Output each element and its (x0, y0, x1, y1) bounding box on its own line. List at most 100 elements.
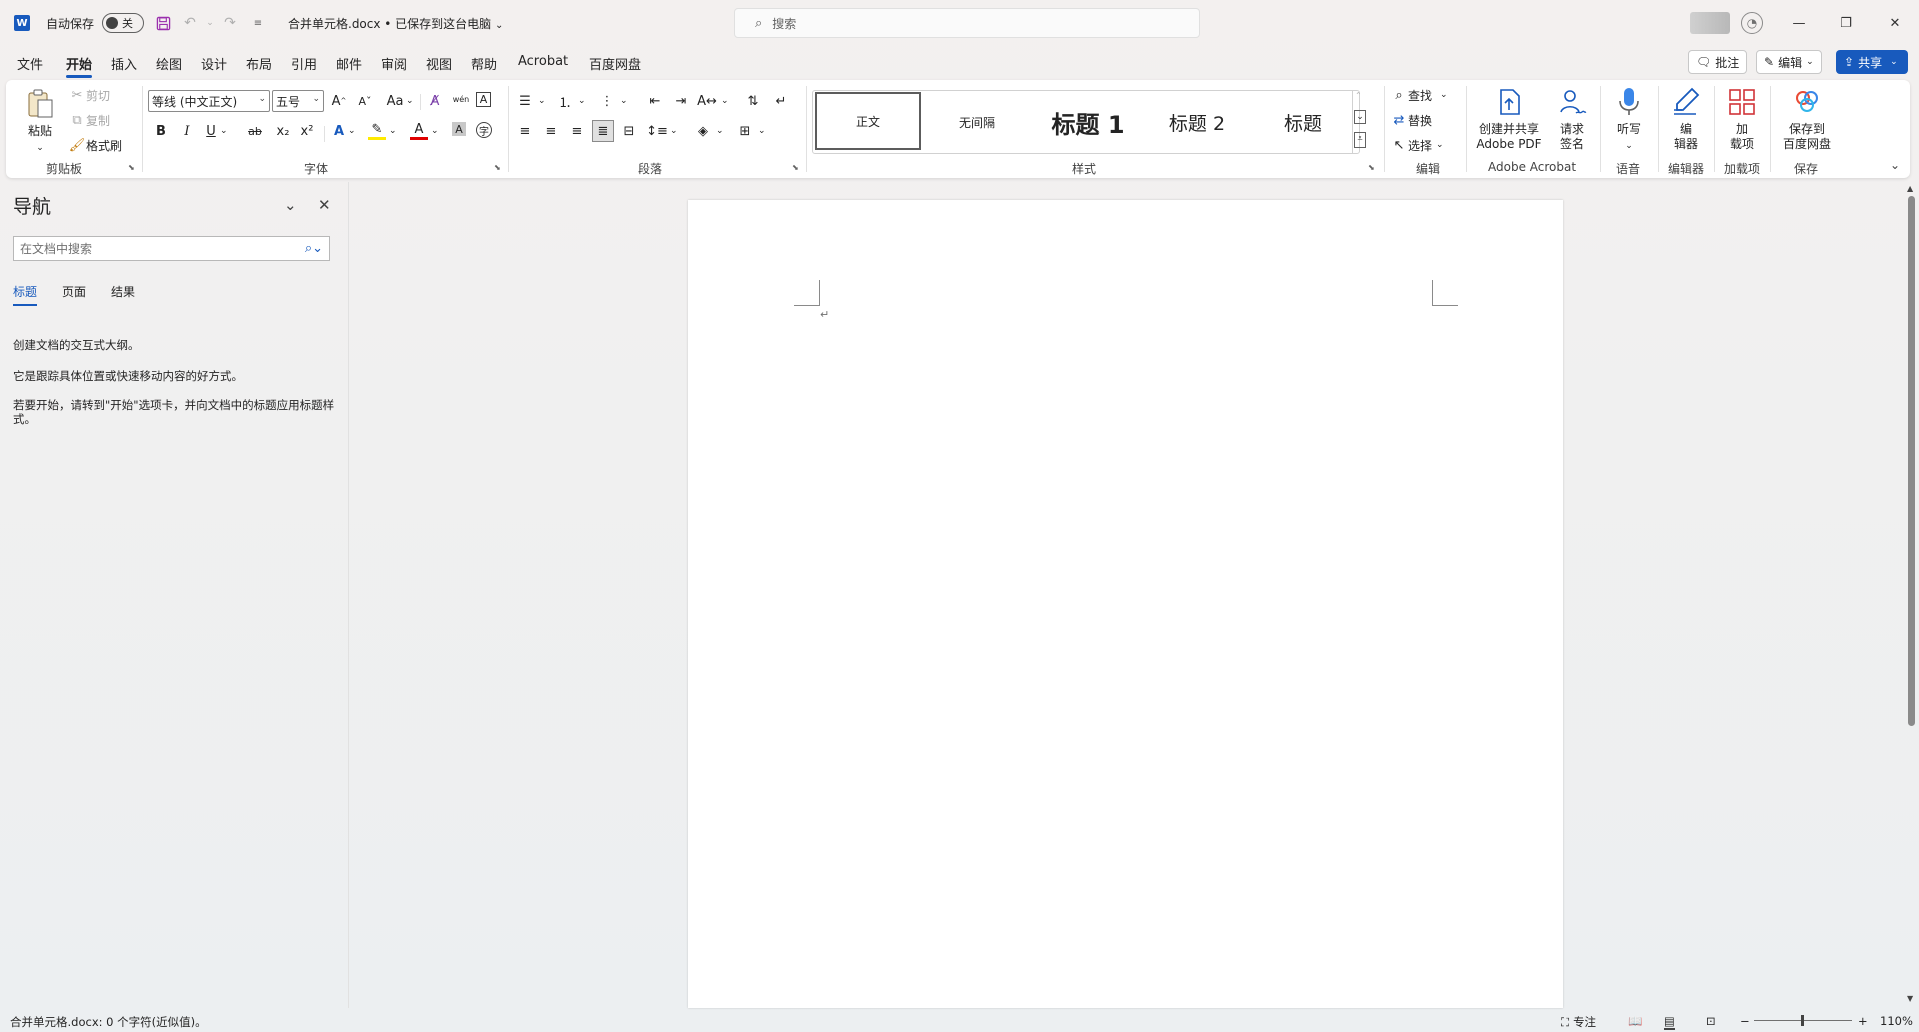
nav-tab-results[interactable]: 结果 (111, 283, 135, 300)
tab-review[interactable]: 审阅 (381, 54, 407, 73)
tab-insert[interactable]: 插入 (111, 54, 137, 73)
clear-formatting-button[interactable]: A̸ (426, 92, 444, 110)
web-layout-icon[interactable]: ⊡ (1706, 1014, 1716, 1028)
create-share-pdf-button[interactable]: 创建并共享 Adobe PDF (1474, 86, 1544, 152)
enclose-characters-button[interactable]: 字 (476, 122, 492, 138)
font-size-select[interactable]: 五号 ⌄ (272, 90, 324, 112)
undo-icon[interactable]: ↶ (180, 13, 200, 33)
save-to-baidu-button[interactable]: 保存到 百度网盘 (1778, 86, 1836, 152)
dialog-launcher-icon[interactable]: ⬊ (792, 163, 799, 172)
paste-button[interactable]: 粘贴 ⌄ (22, 88, 58, 156)
highlight-button[interactable]: ✎ ⌄ (368, 122, 397, 140)
justify-button[interactable]: ≣ (592, 120, 614, 142)
word-count-status[interactable]: 合并单元格.docx: 0 个字符(近似值)。 (10, 1014, 207, 1030)
italic-button[interactable]: I (178, 122, 196, 140)
style-title[interactable]: 标题 (1251, 91, 1355, 153)
tab-help[interactable]: 帮助 (471, 54, 497, 73)
sort-button[interactable]: ⇅ (744, 92, 762, 110)
tab-mailings[interactable]: 邮件 (336, 54, 362, 73)
character-border-button[interactable]: A (476, 92, 491, 107)
editor-button[interactable]: 编辑器 (1664, 86, 1708, 152)
format-painter-button[interactable]: 🖌 格式刷 (68, 136, 122, 154)
cut-button[interactable]: ✂ 剪切 (68, 86, 110, 104)
replace-button[interactable]: ⇄ 替换 (1390, 111, 1432, 129)
dialog-launcher-icon[interactable]: ⬊ (1368, 163, 1375, 172)
change-case-button[interactable]: Aa ⌄ (384, 92, 414, 110)
numbering-button[interactable]: ⒈ ⌄ (556, 92, 585, 111)
line-spacing-button[interactable]: ↕≡ ⌄ (646, 122, 677, 140)
zoom-level[interactable]: 110% (1880, 1014, 1913, 1028)
comments-button[interactable]: 🗨 批注 (1688, 50, 1748, 74)
decrease-indent-button[interactable]: ⇤ (646, 92, 664, 110)
nav-tab-pages[interactable]: 页面 (62, 283, 86, 300)
user-icon[interactable]: ◔ (1741, 12, 1763, 34)
chevron-down-icon[interactable]: ⌄ (284, 196, 297, 214)
dictate-button[interactable]: 听写 ⌄ (1608, 86, 1650, 154)
text-effects-button[interactable]: A ⌄ (330, 122, 356, 140)
tab-layout[interactable]: 布局 (246, 54, 272, 73)
font-color-button[interactable]: A ⌄ (410, 122, 439, 140)
select-button[interactable]: ↖ 选择 ⌄ (1390, 136, 1444, 154)
share-button[interactable]: ⇪ 共享 ⌄ (1836, 50, 1908, 74)
underline-button[interactable]: U ⌄ (202, 122, 227, 140)
tab-draw[interactable]: 绘图 (156, 54, 182, 73)
tab-baidu-netdisk[interactable]: 百度网盘 (589, 54, 641, 73)
document-title[interactable]: 合并单元格.docx • 已保存到这台电脑 ⌄ (288, 15, 503, 32)
subscript-button[interactable]: x₂ (274, 122, 292, 140)
save-icon[interactable] (153, 13, 173, 33)
superscript-button[interactable]: x² (298, 122, 316, 140)
vertical-scrollbar[interactable]: ▲ ▼ (1905, 182, 1917, 1008)
strikethrough-button[interactable]: ab (244, 122, 266, 140)
document-page[interactable]: ↵ (688, 200, 1563, 1008)
tab-design[interactable]: 设计 (201, 54, 227, 73)
autosave-toggle[interactable]: 关 (102, 13, 144, 33)
chinese-layout-button[interactable]: A↔ ⌄ (697, 92, 728, 110)
distributed-button[interactable]: ⊟ (620, 122, 638, 140)
shading-button[interactable]: ◈ ⌄ (694, 122, 724, 140)
redo-icon[interactable]: ↷ (220, 13, 240, 33)
shrink-font-button[interactable]: Aˇ (356, 92, 374, 110)
undo-dropdown-icon[interactable]: ⌄ (200, 13, 220, 33)
grow-font-button[interactable]: A ^ (330, 92, 348, 110)
editing-mode-button[interactable]: ✎ 编辑 ⌄ (1756, 50, 1822, 74)
tab-references[interactable]: 引用 (291, 54, 317, 73)
nav-search-input[interactable]: 在文档中搜索 ⌕⌄ (13, 236, 330, 261)
chevron-up-icon[interactable]: ⌃ (1355, 91, 1362, 100)
phonetic-guide-button[interactable]: wén (452, 90, 470, 108)
scroll-down-icon[interactable]: ▼ (1907, 994, 1913, 1003)
tab-file[interactable]: 文件 (17, 54, 43, 73)
borders-button[interactable]: ⊞ ⌄ (736, 122, 766, 140)
close-icon[interactable]: ✕ (1883, 12, 1907, 34)
scrollbar-thumb[interactable] (1908, 196, 1915, 726)
find-button[interactable]: ⌕ 查找 ⌄ (1390, 86, 1447, 104)
show-formatting-marks-button[interactable]: ↵ (772, 92, 790, 110)
copy-button[interactable]: ⧉ 复制 (68, 111, 110, 129)
tab-home[interactable]: 开始 (66, 54, 93, 78)
align-center-button[interactable]: ≡ (542, 122, 560, 140)
increase-indent-button[interactable]: ⇥ (672, 92, 690, 110)
align-left-button[interactable]: ≡ (516, 122, 534, 140)
more-styles-icon[interactable]: ⩡ (1354, 132, 1366, 148)
focus-button[interactable]: ⛶ 专注 (1561, 1014, 1596, 1030)
nav-tab-headings[interactable]: 标题 (13, 283, 38, 306)
style-no-spacing[interactable]: 无间隔 (925, 91, 1029, 153)
multilevel-list-button[interactable]: ⋮ ⌄ (598, 92, 628, 110)
zoom-out-button[interactable]: − (1740, 1014, 1750, 1028)
zoom-slider-thumb[interactable] (1801, 1015, 1804, 1026)
tab-view[interactable]: 视图 (426, 54, 452, 73)
request-signature-button[interactable]: 请求 签名 (1552, 86, 1592, 152)
minimize-icon[interactable]: — (1787, 12, 1811, 34)
dialog-launcher-icon[interactable]: ⬊ (128, 163, 135, 172)
zoom-in-button[interactable]: + (1858, 1014, 1868, 1028)
scroll-up-icon[interactable]: ▲ (1907, 184, 1913, 193)
style-heading-2[interactable]: 标题 2 (1145, 91, 1249, 153)
add-ins-button[interactable]: 加载项 (1722, 86, 1762, 152)
bold-button[interactable]: B (152, 122, 170, 140)
chevron-down-icon[interactable]: ⌄ (1354, 110, 1366, 124)
close-icon[interactable]: ✕ (318, 196, 331, 214)
font-name-select[interactable]: 等线 (中文正文) ⌄ (148, 90, 270, 112)
print-layout-icon[interactable]: ▤ (1664, 1014, 1675, 1030)
customize-toolbar-icon[interactable]: ≡ (248, 13, 268, 33)
collapse-ribbon-icon[interactable]: ⌄ (1890, 158, 1900, 172)
search-input[interactable]: ⌕ 搜索 (734, 8, 1200, 38)
